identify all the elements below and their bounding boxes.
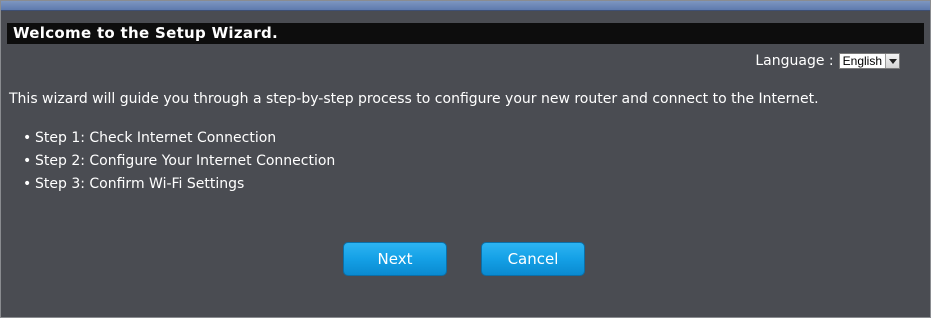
- setup-wizard-panel: Welcome to the Setup Wizard. Language : …: [0, 0, 931, 318]
- language-select[interactable]: English: [838, 53, 900, 69]
- header-strip: [1, 1, 930, 11]
- wizard-title: Welcome to the Setup Wizard.: [7, 23, 924, 44]
- language-row: Language : English: [755, 51, 900, 71]
- chevron-down-icon[interactable]: [885, 54, 899, 68]
- wizard-intro-text: This wizard will guide you through a ste…: [9, 91, 819, 107]
- next-button[interactable]: Next: [343, 242, 447, 276]
- step-item: Step 2: Configure Your Internet Connecti…: [23, 150, 335, 173]
- language-label: Language :: [755, 53, 834, 69]
- language-select-value: English: [842, 54, 882, 68]
- step-item: Step 1: Check Internet Connection: [23, 127, 335, 150]
- step-item: Step 3: Confirm Wi-Fi Settings: [23, 173, 335, 196]
- steps-list: Step 1: Check Internet Connection Step 2…: [23, 127, 335, 196]
- cancel-button[interactable]: Cancel: [481, 242, 585, 276]
